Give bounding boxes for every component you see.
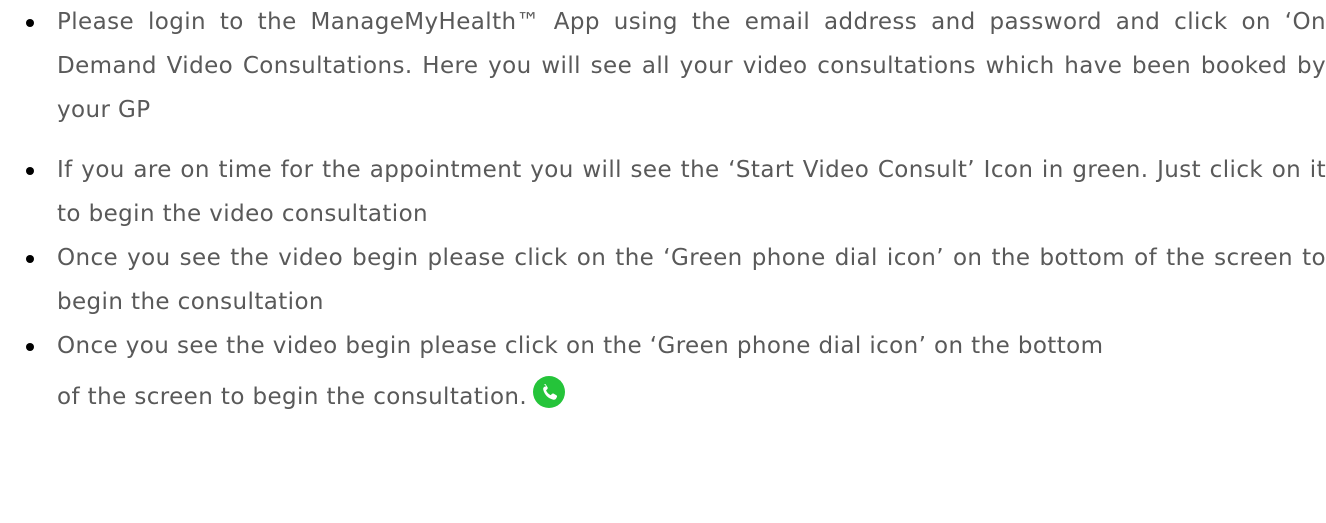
list-item-text: Once you see the video begin please clic… (57, 245, 1326, 315)
list-item: Please login to the ManageMyHealth™ App … (0, 0, 1326, 132)
list-item-text: If you are on time for the appointment y… (57, 157, 1326, 227)
list-item: Once you see the video begin please clic… (0, 236, 1326, 324)
list-item-line-1: Once you see the video begin please clic… (57, 333, 1104, 359)
phone-dial-icon (533, 372, 566, 408)
bullet-dot (26, 167, 34, 175)
list-item: If you are on time for the appointment y… (0, 148, 1326, 236)
list-item-text: Please login to the ManageMyHealth™ App … (57, 9, 1326, 123)
list-item-line-2: of the screen to begin the consultation. (57, 384, 528, 410)
bullet-dot (26, 19, 34, 27)
list-item-line-2-container: of the screen to begin the consultation. (57, 368, 1326, 426)
list-item: Once you see the video begin please clic… (0, 324, 1326, 426)
instruction-list: Please login to the ManageMyHealth™ App … (0, 0, 1326, 426)
bullet-dot (26, 255, 34, 263)
bullet-dot (26, 343, 34, 351)
